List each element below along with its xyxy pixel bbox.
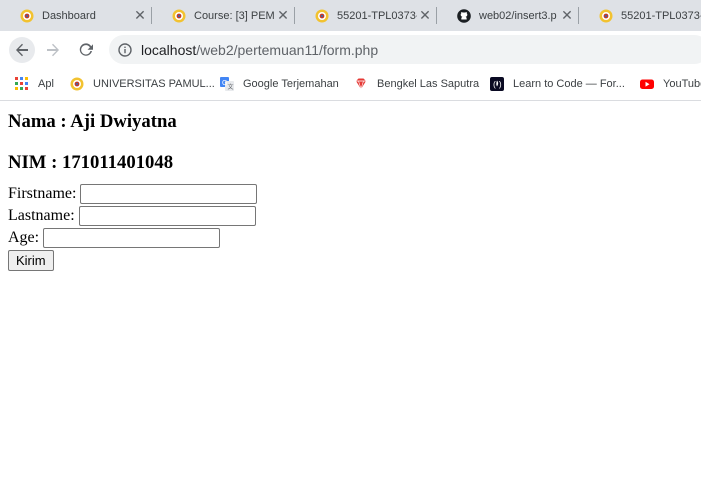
firstname-label: Firstname: xyxy=(8,185,77,202)
svg-text:文: 文 xyxy=(228,83,234,91)
tab-55201-a[interactable]: 55201-TPL0373- ✕ xyxy=(295,0,437,31)
bookmarks-bar: Apl UNIVERSITAS PAMUL... G文 Google Terje… xyxy=(0,67,701,101)
lastname-label: Lastname: xyxy=(8,207,75,224)
tab-title: 55201-TPL0373- xyxy=(337,9,417,22)
page-content: Nama : Aji Dwiyatna NIM : 171011401048 F… xyxy=(8,101,698,272)
arrow-right-icon xyxy=(47,43,59,57)
bookmark-label: Apl xyxy=(38,77,54,90)
firstname-input[interactable] xyxy=(80,184,258,204)
url-path: /web2/pertemuan11/form.php xyxy=(196,41,379,58)
bookmark-apps[interactable]: Apl xyxy=(15,67,54,100)
university-icon xyxy=(20,9,34,22)
age-input[interactable] xyxy=(43,228,221,248)
tab-dashboard[interactable]: Dashboard ✕ xyxy=(0,0,152,31)
close-icon[interactable]: ✕ xyxy=(559,7,575,24)
google-translate-icon: G文 xyxy=(220,76,234,91)
freecodecamp-icon: () xyxy=(490,76,504,91)
close-icon[interactable]: ✕ xyxy=(417,7,433,24)
age-label: Age: xyxy=(8,229,40,246)
age-row: Age: xyxy=(8,227,698,249)
student-form: Firstname: Lastname: Age: Kirim xyxy=(8,183,698,272)
github-icon xyxy=(457,8,471,23)
bookmark-youtube[interactable]: YouTube xyxy=(640,67,701,100)
close-icon[interactable]: ✕ xyxy=(275,7,291,24)
tab-title: Course: [3] PEM xyxy=(194,9,275,22)
bookmark-label: Bengkel Las Saputra xyxy=(377,77,480,90)
back-button[interactable] xyxy=(9,37,35,63)
tab-55201-b[interactable]: 55201-TPL0373- xyxy=(579,0,701,31)
bookmark-bengkel-las-saputra[interactable]: Bengkel Las Saputra xyxy=(354,67,479,100)
svg-text:): ) xyxy=(498,81,503,90)
bookmark-label: YouTube xyxy=(663,77,701,90)
browser-toolbar: localhost/web2/pertemuan11/form.php xyxy=(0,31,701,67)
reload-icon xyxy=(79,43,93,56)
bookmark-google-terjemahan[interactable]: G文 Google Terjemahan xyxy=(220,67,339,100)
svg-text:(: ( xyxy=(492,81,497,90)
name-heading: Nama : Aji Dwiyatna xyxy=(8,111,177,132)
bookmark-universitas-pamulang[interactable]: UNIVERSITAS PAMUL... xyxy=(70,67,215,100)
bookmark-label: UNIVERSITAS PAMUL... xyxy=(93,77,215,90)
apps-grid-icon xyxy=(15,76,28,90)
gem-icon xyxy=(356,78,366,90)
address-url: localhost/web2/pertemuan11/form.php xyxy=(141,42,378,58)
tab-title: 55201-TPL0373- xyxy=(621,9,701,22)
tab-github-insert3[interactable]: web02/insert3.p ✕ xyxy=(437,0,579,31)
bookmark-label: Google Terjemahan xyxy=(243,77,339,90)
lastname-input[interactable] xyxy=(78,206,256,226)
info-icon[interactable] xyxy=(118,42,132,57)
reload-button[interactable] xyxy=(73,37,99,63)
university-icon xyxy=(70,77,84,90)
nim-heading: NIM : 171011401048 xyxy=(8,152,174,173)
bookmark-learn-to-code[interactable]: () Learn to Code — For... xyxy=(490,67,625,100)
url-host: localhost xyxy=(141,41,197,58)
university-icon xyxy=(172,9,186,22)
firstname-row: Firstname: xyxy=(8,183,698,205)
tab-strip: Dashboard ✕ Course: [3] PEM ✕ 55201-TPL0… xyxy=(0,0,701,31)
youtube-icon xyxy=(640,79,654,89)
submit-button[interactable]: Kirim xyxy=(8,250,54,271)
forward-button[interactable] xyxy=(40,37,66,63)
arrow-left-icon xyxy=(16,43,28,57)
university-icon xyxy=(315,9,329,22)
bookmark-label: Learn to Code — For... xyxy=(513,77,625,90)
tab-title: web02/insert3.p xyxy=(479,9,557,22)
address-bar[interactable]: localhost/web2/pertemuan11/form.php xyxy=(109,35,701,64)
close-icon[interactable]: ✕ xyxy=(132,7,148,24)
university-icon xyxy=(599,9,613,22)
tab-title: Dashboard xyxy=(42,9,96,22)
lastname-row: Lastname: xyxy=(8,205,698,227)
tab-course[interactable]: Course: [3] PEM ✕ xyxy=(152,0,295,31)
